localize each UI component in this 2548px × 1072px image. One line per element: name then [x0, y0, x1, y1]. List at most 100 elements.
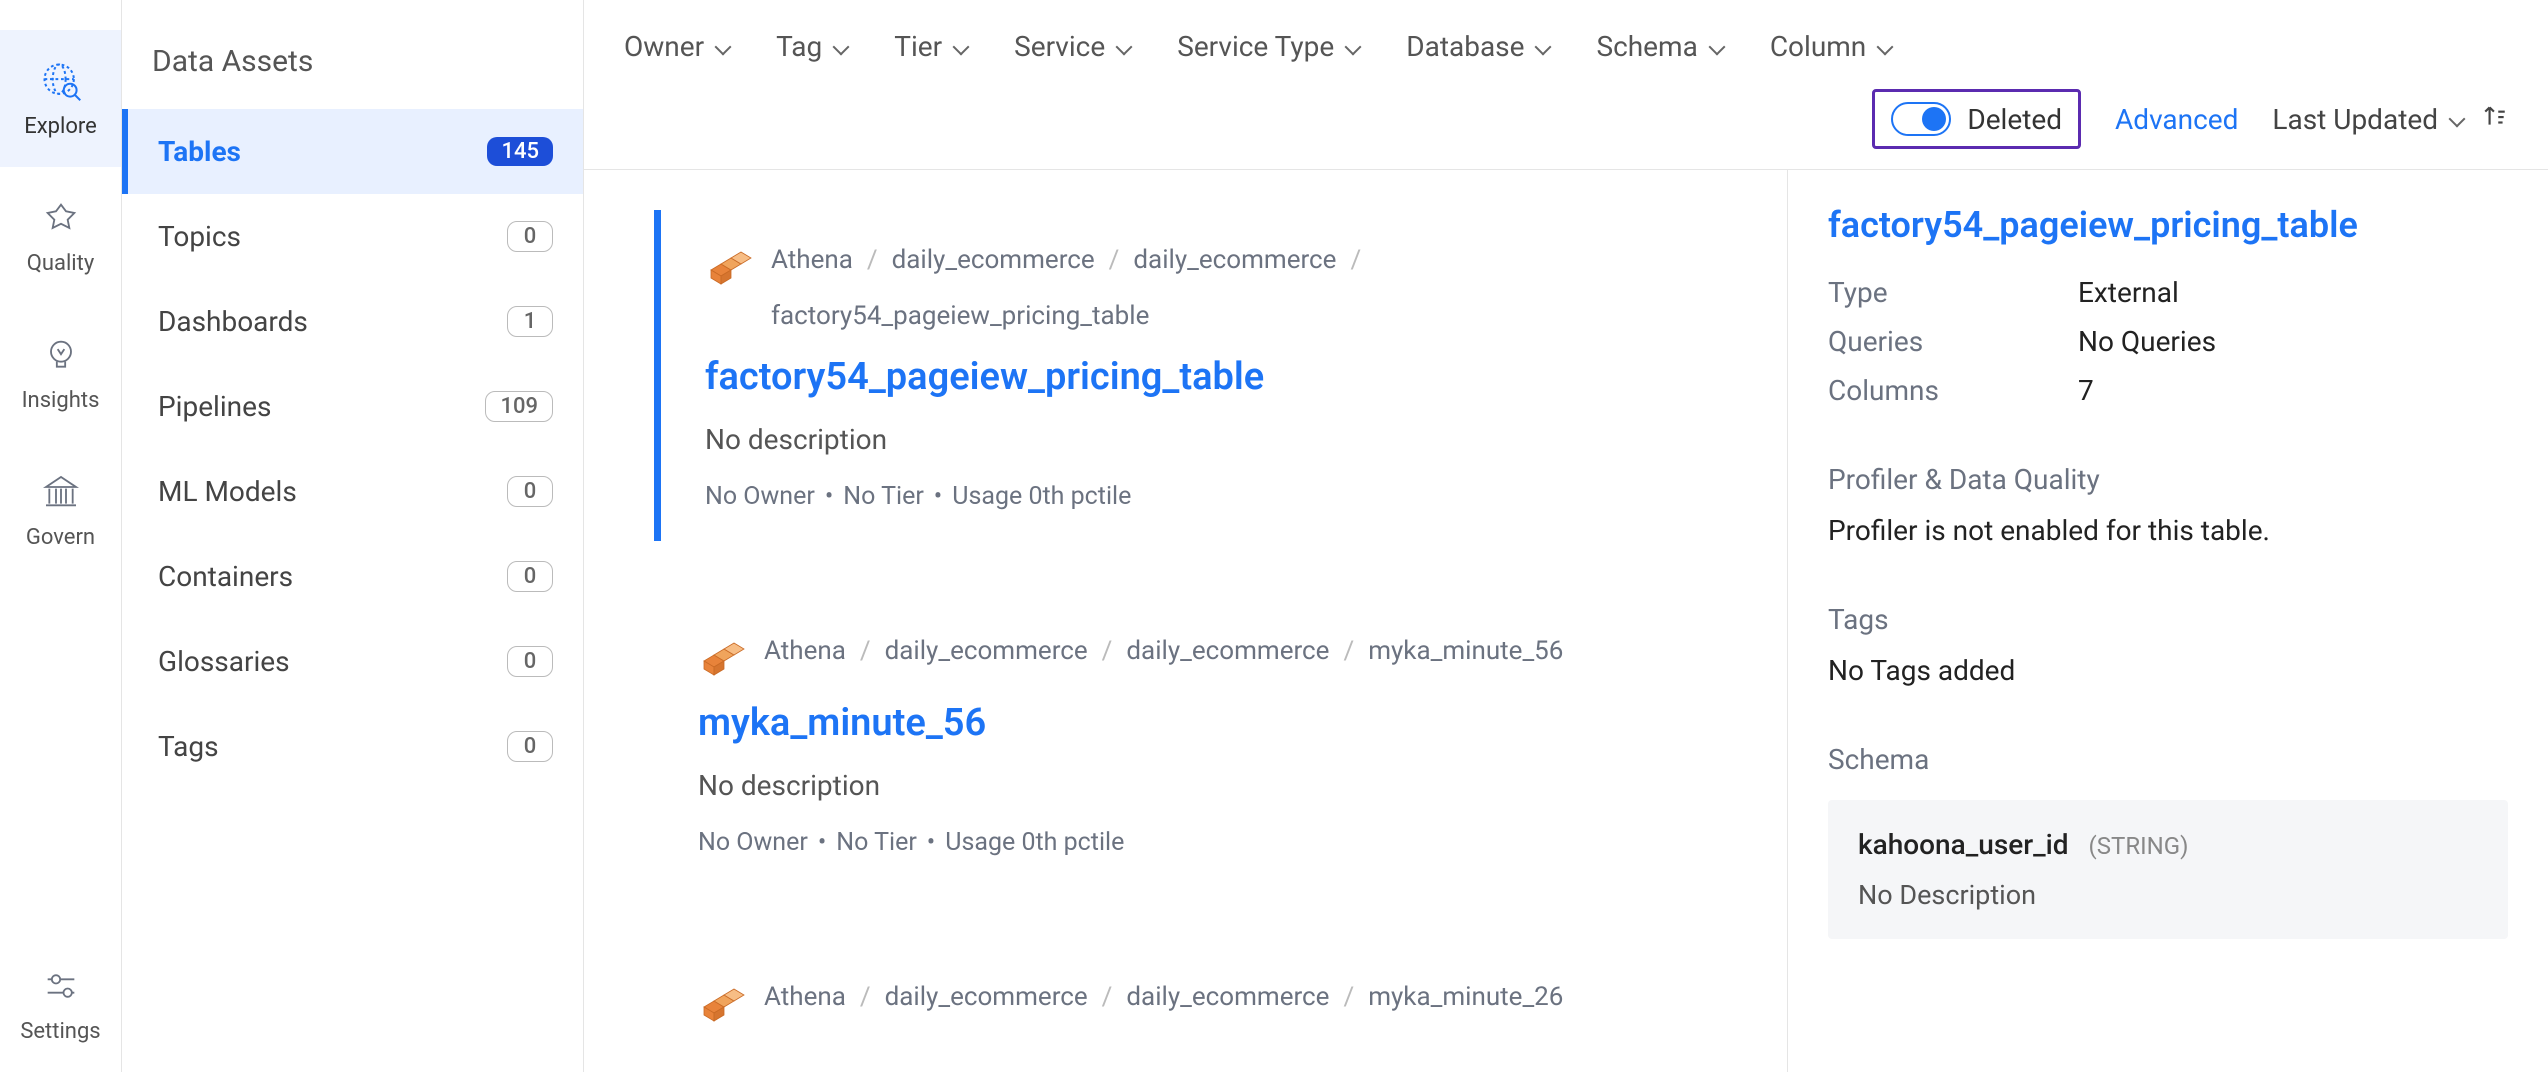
rail-item-explore[interactable]: Explore [0, 30, 121, 167]
sidebar-item-count: 0 [507, 646, 553, 677]
rail-item-govern[interactable]: Govern [0, 441, 121, 578]
detail-key: Columns [1828, 374, 2038, 407]
filter-label: Column [1770, 30, 1866, 63]
datasource-icon [705, 244, 753, 292]
filter-tag[interactable]: Tag [776, 30, 850, 63]
filters-bar: Owner Tag Tier Service Service Type Database S… [584, 0, 2548, 170]
rail-item-quality[interactable]: Quality [0, 167, 121, 304]
bulb-icon [38, 332, 84, 378]
rail-item-settings[interactable]: Settings [0, 935, 121, 1072]
sidebar-item-pipelines[interactable]: Pipelines109 [122, 364, 583, 449]
breadcrumb-segment[interactable]: Athena [764, 977, 846, 1019]
filter-owner[interactable]: Owner [624, 30, 732, 63]
result-meta-item: Usage 0th pctile [945, 828, 1124, 857]
result-meta: No Owner • No Tier • Usage 0th pctile [698, 828, 1717, 857]
sidebar-item-dashboards[interactable]: Dashboards1 [122, 279, 583, 364]
sidebar-item-ml-models[interactable]: ML Models0 [122, 449, 583, 534]
left-rail: Explore Quality Insights [0, 0, 122, 1072]
breadcrumb-segment[interactable]: daily_ecommerce [885, 631, 1088, 673]
breadcrumb-separator: / [860, 631, 871, 673]
result-card[interactable]: Athena/daily_ecommerce/daily_ecommerce/f… [654, 210, 1747, 541]
result-title[interactable]: factory54_pageiew_pricing_table [705, 355, 1717, 399]
sidebar-item-topics[interactable]: Topics0 [122, 194, 583, 279]
breadcrumb: Athena / daily_ecommerce / daily_ecommerce / m… [764, 977, 1563, 1019]
breadcrumb-segment[interactable]: daily_ecommerce [1126, 631, 1329, 673]
chevron-down-icon [2448, 113, 2466, 125]
result-card[interactable]: Athena / daily_ecommerce / daily_ecommerce / m… [654, 601, 1747, 887]
filter-label: Tag [776, 30, 822, 63]
main: Owner Tag Tier Service Service Type Database S… [584, 0, 2548, 1072]
filter-database[interactable]: Database [1406, 30, 1552, 63]
detail-value: No Queries [2078, 325, 2216, 358]
deleted-toggle-container: Deleted [1872, 89, 2081, 149]
results-list: Athena / daily_ecommerce / daily_ecommerce / f… [584, 170, 1788, 1072]
breadcrumb-separator: / [1102, 977, 1113, 1019]
breadcrumb-separator: / [1343, 631, 1354, 673]
datasource-icon [698, 981, 746, 1029]
chevron-down-icon [1534, 41, 1552, 53]
result-description: No description [698, 769, 1717, 802]
schema-heading: Schema [1828, 743, 2508, 776]
breadcrumb: Athena / daily_ecommerce / daily_ecommerce / m… [764, 631, 1563, 673]
sidebar-item-label: Tags [158, 730, 219, 763]
filter-service[interactable]: Service [1014, 30, 1133, 63]
result-meta-item: Usage 0th pctile [952, 482, 1131, 511]
filter-service-type[interactable]: Service Type [1177, 30, 1362, 63]
globe-search-icon [38, 58, 84, 104]
sidebar-item-count: 145 [487, 137, 553, 166]
filter-column[interactable]: Column [1770, 30, 1894, 63]
rail-item-insights[interactable]: Insights [0, 304, 121, 441]
breadcrumb-segment[interactable]: daily_ecommerce [1133, 240, 1336, 282]
column-name: kahoona_user_id [1858, 828, 2069, 861]
chevron-down-icon [1344, 41, 1362, 53]
chevron-down-icon [1708, 41, 1726, 53]
result-meta-item: No Owner [698, 828, 808, 857]
breadcrumb-segment[interactable]: Athena [771, 240, 853, 282]
column-type: (STRING) [2089, 832, 2189, 860]
breadcrumb-segment[interactable]: Athena [764, 631, 846, 673]
sidebar-item-count: 1 [507, 306, 553, 337]
detail-kv-row: TypeExternal [1828, 276, 2508, 309]
tags-text: No Tags added [1828, 654, 2508, 687]
sidebar-item-glossaries[interactable]: Glossaries0 [122, 619, 583, 704]
breadcrumb-separator: / [1102, 631, 1113, 673]
dot-separator: • [825, 482, 833, 511]
sidebar-item-containers[interactable]: Containers0 [122, 534, 583, 619]
breadcrumb-segment[interactable]: daily_ecommerce [885, 977, 1088, 1019]
result-meta-item: No Tier [836, 828, 917, 857]
filter-schema[interactable]: Schema [1596, 30, 1725, 63]
sort-dropdown[interactable]: Last Updated [2272, 103, 2508, 136]
sidebar-title: Data Assets [122, 30, 583, 109]
breadcrumb-separator: / [1350, 240, 1361, 282]
sidebar-item-label: Pipelines [158, 390, 271, 423]
dot-separator: • [934, 482, 942, 511]
dot-separator: • [818, 828, 826, 857]
breadcrumb-separator: / [860, 977, 871, 1019]
result-card[interactable]: Athena / daily_ecommerce / daily_ecommerce / m… [654, 947, 1747, 1059]
sidebar-item-tags[interactable]: Tags0 [122, 704, 583, 789]
sort-label: Last Updated [2272, 103, 2438, 136]
detail-kv-row: Columns7 [1828, 374, 2508, 407]
breadcrumb-segment[interactable]: factory54_pageiew_pricing_table [771, 296, 1149, 338]
breadcrumb-segment[interactable]: daily_ecommerce [892, 240, 1095, 282]
breadcrumb-separator: / [1343, 977, 1354, 1019]
datasource-icon [698, 635, 746, 683]
detail-value: External [2078, 276, 2179, 309]
sidebar-item-tables[interactable]: Tables145 [122, 109, 583, 194]
chevron-down-icon [1876, 41, 1894, 53]
advanced-link[interactable]: Advanced [2115, 103, 2238, 136]
breadcrumb-segment[interactable]: myka_minute_56 [1368, 631, 1563, 673]
filter-label: Database [1406, 30, 1524, 63]
sidebar: Data Assets Tables145Topics0Dashboards1P… [122, 0, 584, 1072]
detail-title[interactable]: factory54_pageiew_pricing_table [1828, 204, 2508, 246]
dot-separator: • [927, 828, 935, 857]
sidebar-item-count: 0 [507, 561, 553, 592]
rail-label: Govern [26, 525, 95, 550]
medal-icon [38, 195, 84, 241]
filter-tier[interactable]: Tier [894, 30, 970, 63]
breadcrumb-segment[interactable]: daily_ecommerce [1126, 977, 1329, 1019]
deleted-toggle[interactable] [1891, 102, 1951, 136]
schema-column[interactable]: kahoona_user_id (STRING) No Description [1828, 800, 2508, 939]
result-title[interactable]: myka_minute_56 [698, 701, 1717, 745]
breadcrumb-segment[interactable]: myka_minute_26 [1368, 977, 1563, 1019]
